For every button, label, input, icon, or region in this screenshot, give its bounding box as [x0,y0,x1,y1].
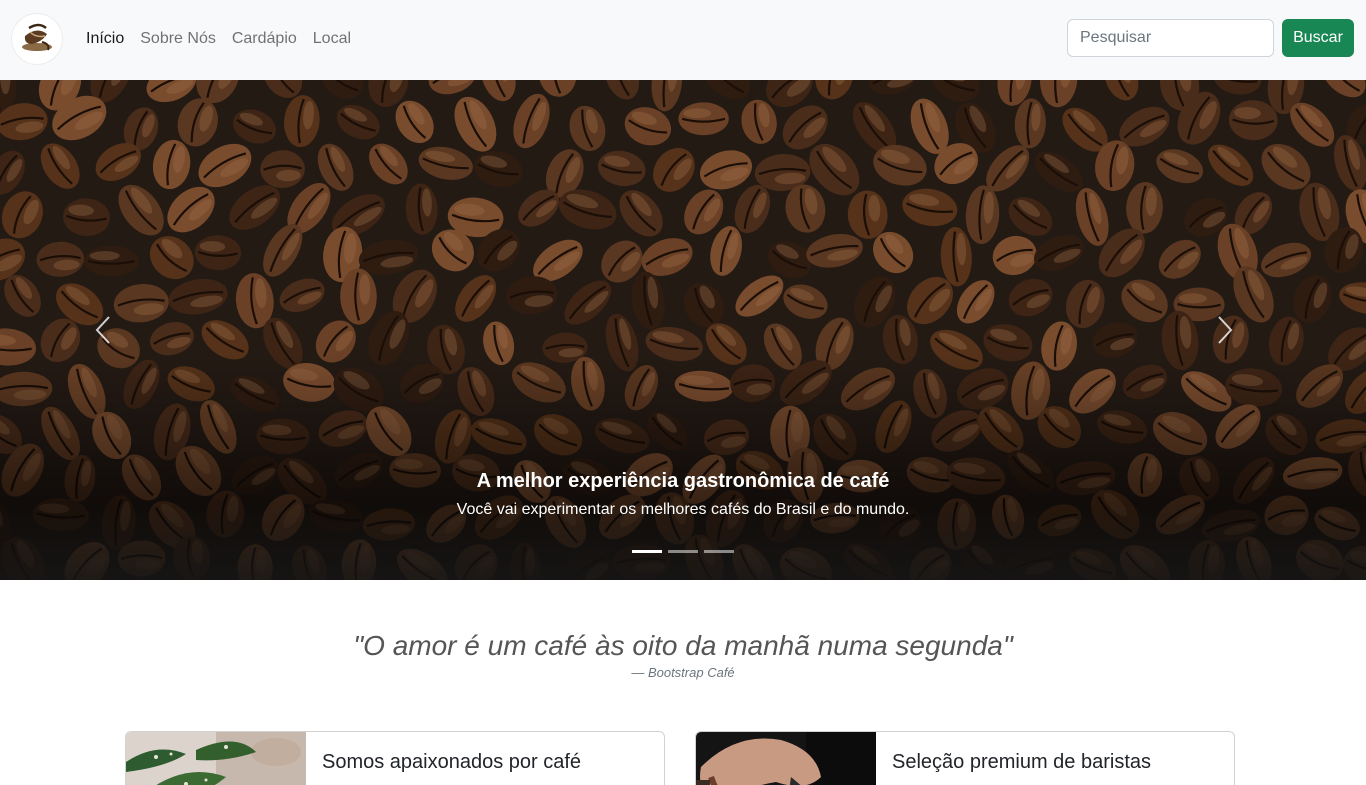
carousel-indicators [0,550,1366,553]
hero-carousel: A melhor experiência gastronômica de caf… [0,80,1366,580]
nav-link-local[interactable]: Local [305,28,359,50]
caption-text: Você vai experimentar os melhores cafés … [456,501,910,518]
caption-title: A melhor experiência gastronômica de caf… [476,470,890,492]
nav-link-sobre-nos[interactable]: Sobre Nós [132,28,224,50]
carousel-caption: A melhor experiência gastronômica de caf… [0,466,1366,522]
navbar: Início Sobre Nós Cardápio Local Buscar [0,0,1366,80]
quote-author: — Bootstrap Café [631,665,735,680]
chevron-right-icon [1218,316,1233,344]
nav-link-cardapio[interactable]: Cardápio [224,28,305,50]
carousel-indicator-1[interactable] [632,550,662,553]
barista-hand-photo [696,732,876,785]
coffee-logo-icon[interactable] [12,14,62,64]
feature-card: Seleção premium de baristas [695,731,1235,785]
nav-link-inicio[interactable]: Início [78,28,132,50]
feature-card: Somos apaixonados por café [125,731,665,785]
search-input[interactable] [1067,19,1274,57]
carousel-indicator-3[interactable] [704,550,734,553]
plant-photo [126,732,306,785]
nav-links: Início Sobre Nós Cardápio Local [78,28,359,50]
chevron-left-icon [95,316,110,344]
carousel-indicator-2[interactable] [668,550,698,553]
quote-text: "O amor é um café às oito da manhã numa … [353,630,1013,661]
card-title: Somos apaixonados por café [322,751,582,773]
search-button[interactable]: Buscar [1282,19,1354,57]
quote-block: "O amor é um café às oito da manhã numa … [0,628,1366,682]
card-title: Seleção premium de baristas [892,751,1152,773]
